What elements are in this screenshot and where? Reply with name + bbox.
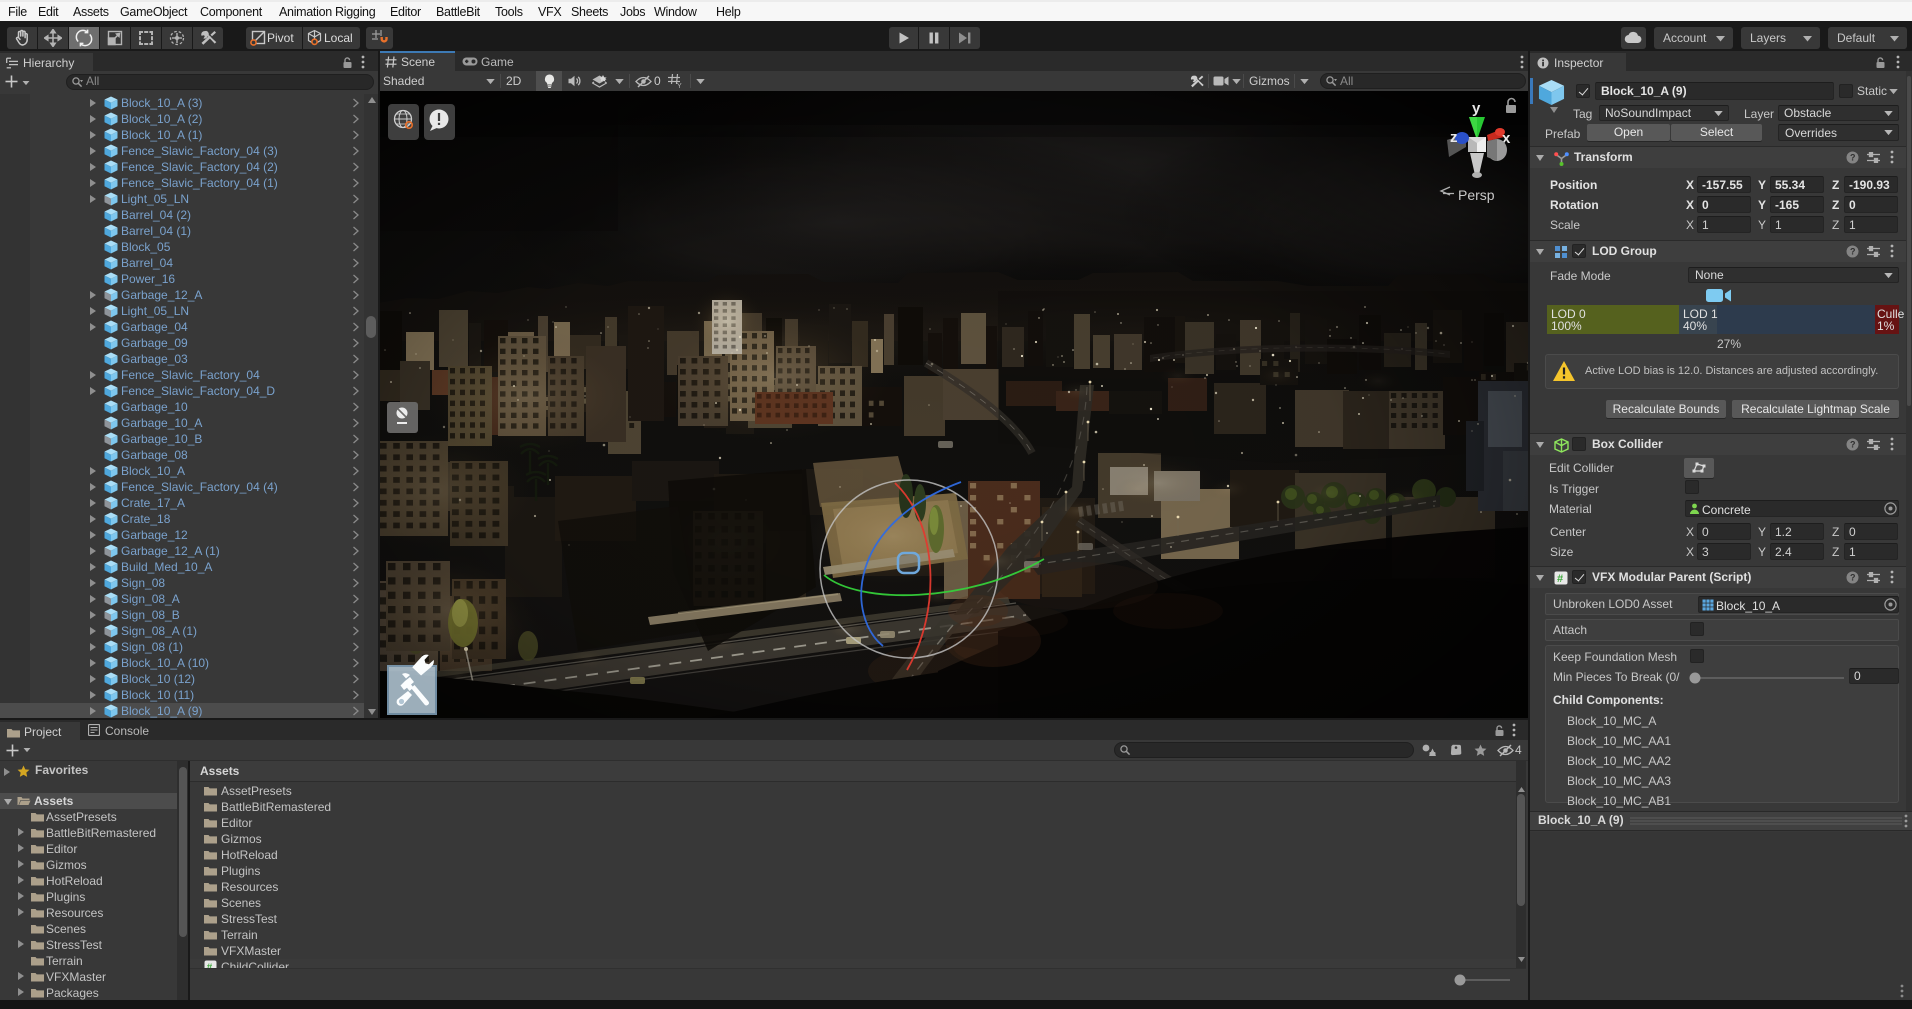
svg-text:Y: Y <box>677 83 682 89</box>
svg-text:y: y <box>1472 100 1481 117</box>
svg-text:#: # <box>1557 573 1563 585</box>
svg-text:z: z <box>1450 129 1458 146</box>
svg-text:?: ? <box>1850 573 1856 583</box>
svg-text:Persp: Persp <box>1458 187 1495 203</box>
svg-text:?: ? <box>1850 247 1856 257</box>
svg-text:?: ? <box>1850 153 1856 163</box>
svg-text:?: ? <box>1850 440 1856 450</box>
